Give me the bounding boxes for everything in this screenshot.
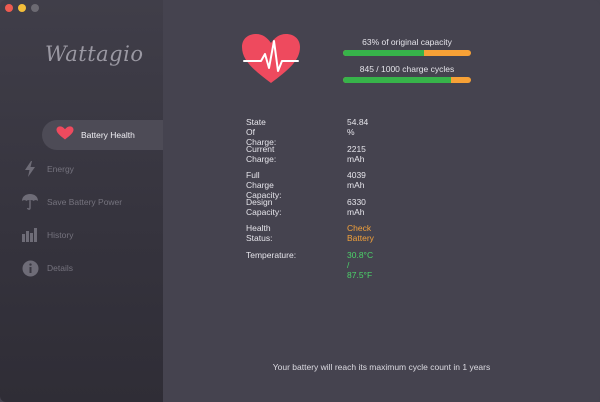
- minimize-button[interactable]: [18, 4, 26, 12]
- info-icon: [20, 258, 40, 278]
- health-status-value: Check Battery: [347, 223, 374, 244]
- detail-value: 4039 mAh: [347, 170, 366, 191]
- cycle-forecast-text: Your battery will reach its maximum cycl…: [272, 362, 491, 372]
- umbrella-icon: [20, 192, 40, 212]
- sidebar-item-history[interactable]: History: [20, 224, 73, 246]
- app-logo: Wattagio: [45, 42, 144, 66]
- sidebar-item-label: History: [47, 230, 74, 240]
- heart-rate-icon: [241, 33, 301, 90]
- cycles-bar-fill: [343, 77, 452, 83]
- window-controls: [5, 4, 39, 12]
- detail-label: Current Charge:: [246, 143, 277, 164]
- main-panel: 63% of original capacity 845 / 1000 char…: [163, 0, 600, 402]
- detail-value: 54.84 %: [347, 117, 369, 137]
- cycles-bar: [343, 77, 471, 83]
- detail-label: Temperature:: [246, 249, 297, 260]
- sidebar: Wattagio Battery Health Energy Save Batt…: [0, 0, 163, 402]
- detail-label: Design Capacity:: [246, 196, 282, 217]
- sidebar-item-battery-health[interactable]: Battery Health: [42, 120, 163, 150]
- sidebar-item-save-battery-power[interactable]: Save Battery Power: [20, 191, 122, 213]
- detail-label: State Of Charge:: [246, 117, 277, 147]
- sidebar-item-label: Details: [47, 263, 73, 273]
- sidebar-item-energy[interactable]: Energy: [20, 158, 74, 180]
- sidebar-item-details[interactable]: Details: [20, 257, 73, 279]
- detail-value: 6330 mAh: [347, 196, 366, 217]
- sidebar-item-label: Battery Health: [81, 130, 135, 140]
- capacity-bar-fill: [343, 50, 424, 56]
- capacity-bar: [343, 50, 471, 56]
- sidebar-item-label: Energy: [47, 164, 74, 174]
- detail-label: Health Status:: [246, 223, 273, 244]
- detail-value: 2215 mAh: [347, 143, 366, 164]
- capacity-text: 63% of original capacity: [362, 37, 452, 47]
- lightning-icon: [20, 159, 40, 179]
- temperature-value: 30.8°C / 87.5°F: [347, 249, 374, 280]
- heart-icon: [56, 125, 74, 145]
- close-button[interactable]: [5, 4, 13, 12]
- history-bars-icon: [20, 225, 40, 245]
- cycles-text: 845 / 1000 charge cycles: [359, 64, 455, 74]
- app-window: Wattagio Battery Health Energy Save Batt…: [0, 0, 600, 402]
- zoom-button[interactable]: [31, 4, 39, 12]
- sidebar-item-label: Save Battery Power: [47, 197, 123, 207]
- detail-label: Full Charge Capacity:: [246, 170, 282, 201]
